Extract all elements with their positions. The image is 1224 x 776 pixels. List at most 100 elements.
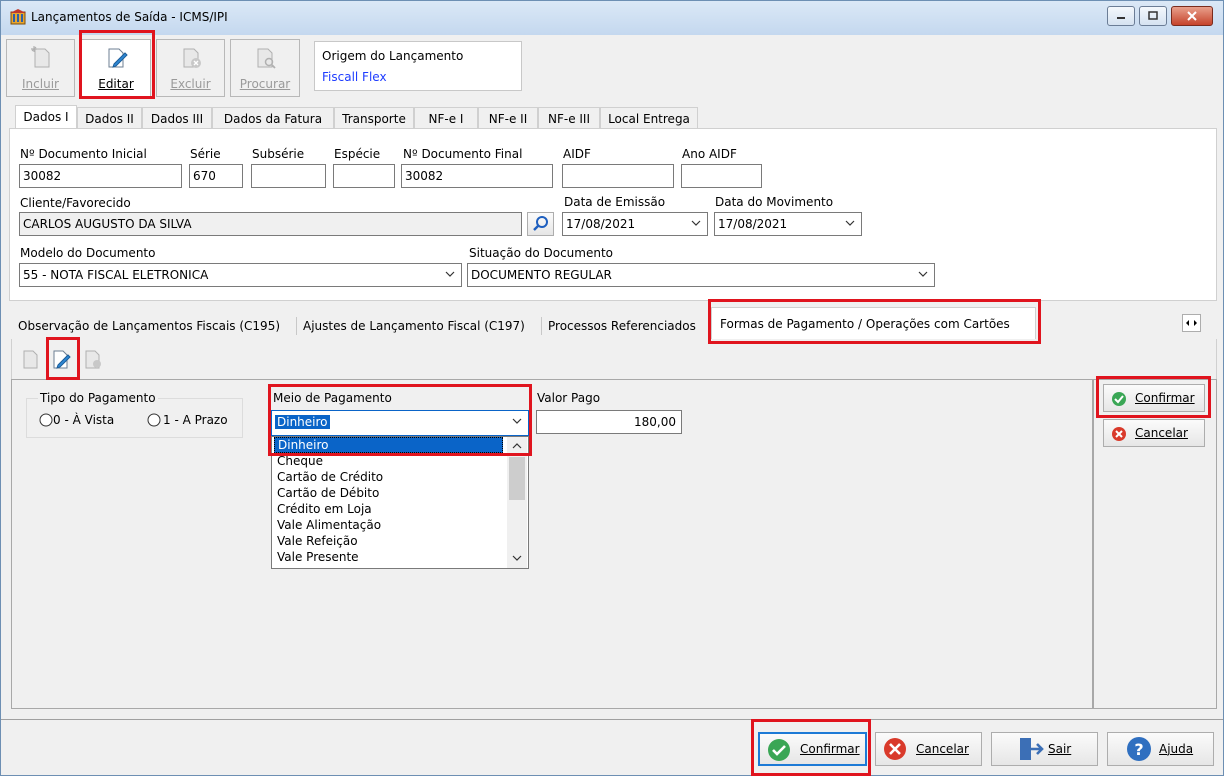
tab-scroll-arrows-icon (1186, 320, 1197, 326)
doc-inicial-input[interactable]: 30082 (19, 164, 182, 188)
tab-scroll-buttons[interactable] (1182, 314, 1201, 332)
app-building-icon (10, 9, 26, 25)
tab-formas-pagamento-label: Formas de Pagamento / Operações com Cart… (720, 317, 1010, 331)
scroll-down-icon (512, 555, 522, 561)
doc-final-input[interactable]: 30082 (401, 164, 553, 188)
origin-value: Fiscall Flex (322, 70, 387, 84)
cliente-input[interactable]: CARLOS AUGUSTO DA SILVA (19, 212, 522, 236)
footer-exit-button[interactable]: Sair (991, 732, 1098, 766)
especie-input[interactable] (333, 164, 395, 188)
sub-delete-button[interactable] (83, 346, 105, 374)
situacao-label: Situação do Documento (469, 246, 614, 260)
close-window-button[interactable] (1171, 6, 1213, 26)
radio-circle-icon (39, 413, 53, 427)
footer-divider (1, 719, 1223, 720)
chevron-down-icon (512, 418, 522, 424)
edit-document-icon (108, 48, 128, 68)
origin-box: Origem do Lançamento Fiscall Flex (314, 41, 522, 91)
maximize-icon (1148, 11, 1158, 20)
meio-pagamento-dropdown[interactable]: Dinheiro Cheque Cartão de Crédito Cartão… (271, 436, 529, 569)
tab-formas-pagamento[interactable]: Formas de Pagamento / Operações com Cart… (711, 307, 1036, 339)
scroll-thumb[interactable] (509, 457, 525, 500)
meio-pagamento-label: Meio de Pagamento (273, 391, 392, 405)
tab-dados-iii[interactable]: Dados III (142, 107, 212, 129)
new-document-icon (31, 46, 50, 68)
tab-dados-ii[interactable]: Dados II (77, 107, 142, 129)
situacao-select[interactable]: DOCUMENTO REGULAR (467, 263, 935, 287)
radio-a-prazo-label: 1 - A Prazo (163, 413, 228, 427)
payment-confirm-button[interactable]: Confirmar (1103, 384, 1205, 412)
ano-aidf-label: Ano AIDF (682, 147, 737, 161)
search-icon (533, 216, 548, 231)
chevron-down-icon (845, 220, 855, 226)
serie-input[interactable]: 670 (189, 164, 243, 188)
radio-a-prazo[interactable]: 1 - A Prazo (147, 412, 242, 428)
footer-help-button[interactable]: ? Ajuda (1107, 732, 1214, 766)
meio-pagamento-select[interactable]: Dinheiro (271, 410, 529, 436)
tab-dados-fatura[interactable]: Dados da Fatura (212, 107, 334, 129)
maximize-button[interactable] (1139, 6, 1167, 26)
close-icon (1187, 11, 1197, 21)
excluir-button[interactable]: Excluir (156, 39, 225, 97)
incluir-button[interactable]: Incluir (6, 39, 75, 97)
ano-aidf-input[interactable] (681, 164, 762, 188)
footer-confirm-label: Confirmar (800, 742, 860, 756)
svg-text:?: ? (1134, 740, 1143, 759)
valor-pago-input[interactable]: 180,00 (536, 410, 682, 434)
radio-a-vista-label: 0 - À Vista (53, 413, 115, 427)
payment-cancel-button[interactable]: Cancelar (1103, 419, 1205, 447)
option-credito-loja[interactable]: Crédito em Loja (277, 502, 372, 518)
option-cartao-credito[interactable]: Cartão de Crédito (277, 470, 383, 486)
main-window: Lançamentos de Saída - ICMS/IPI Incluir … (0, 0, 1224, 776)
delete-document-icon (183, 48, 201, 68)
option-vale-refeicao[interactable]: Vale Refeição (277, 534, 358, 550)
radio-a-vista[interactable]: 0 - À Vista (39, 412, 139, 428)
footer-cancel-button[interactable]: Cancelar (875, 732, 982, 766)
tab-local-entrega[interactable]: Local Entrega (600, 107, 698, 129)
aidf-input[interactable] (562, 164, 674, 188)
delete-document-icon (85, 350, 101, 369)
option-dinheiro[interactable]: Dinheiro (274, 437, 503, 453)
aidf-label: AIDF (563, 147, 591, 161)
check-circle-icon (1112, 392, 1126, 406)
editar-button[interactable]: Editar (81, 39, 151, 97)
minimize-button[interactable] (1107, 6, 1135, 26)
tab-observacao-c195[interactable]: Observação de Lançamentos Fiscais (C195) (18, 314, 280, 338)
new-document-icon (23, 350, 38, 369)
data-emissao-value: 17/08/2021 (566, 217, 636, 231)
tab-transporte[interactable]: Transporte (334, 107, 414, 129)
tab-dados-i[interactable]: Dados I (15, 105, 77, 129)
option-cheque[interactable]: Cheque (277, 454, 323, 470)
dropdown-scrollbar[interactable] (507, 437, 527, 568)
modelo-select[interactable]: 55 - NOTA FISCAL ELETRONICA (19, 263, 462, 287)
subserie-input[interactable] (251, 164, 326, 188)
option-cartao-debito[interactable]: Cartão de Débito (277, 486, 379, 502)
option-vale-alimentacao[interactable]: Vale Alimentação (277, 518, 381, 534)
tab-nfe-i[interactable]: NF-e I (414, 107, 478, 129)
radio-circle-icon (147, 413, 161, 427)
tab-nfe-iii[interactable]: NF-e III (538, 107, 600, 129)
option-vale-presente[interactable]: Vale Presente (277, 550, 359, 566)
footer-exit-label: Sair (1048, 742, 1072, 756)
cliente-label: Cliente/Favorecido (20, 196, 131, 210)
data-movimento-input[interactable]: 17/08/2021 (714, 212, 862, 236)
chevron-down-icon (918, 271, 928, 277)
footer-help-label: Ajuda (1159, 742, 1194, 756)
data-emissao-input[interactable]: 17/08/2021 (562, 212, 708, 236)
subserie-label: Subsérie (252, 147, 305, 161)
footer-cancel-label: Cancelar (916, 742, 969, 756)
scroll-up-icon (512, 443, 522, 449)
data-emissao-label: Data de Emissão (564, 195, 666, 209)
footer-confirm-button[interactable]: Confirmar (758, 732, 867, 766)
tab-nfe-ii[interactable]: NF-e II (478, 107, 538, 129)
modelo-value: 55 - NOTA FISCAL ELETRONICA (23, 268, 209, 282)
valor-pago-label: Valor Pago (537, 391, 601, 405)
sub-new-button[interactable] (21, 346, 43, 374)
tab-ajustes-c197[interactable]: Ajustes de Lançamento Fiscal (C197) (303, 314, 525, 338)
procurar-button[interactable]: Procurar (230, 39, 300, 97)
sub-edit-button[interactable] (51, 346, 75, 374)
tab-processos[interactable]: Processos Referenciados (548, 314, 696, 338)
tab-separator (296, 317, 297, 335)
cliente-search-button[interactable] (527, 212, 554, 236)
edit-document-icon (53, 350, 71, 369)
